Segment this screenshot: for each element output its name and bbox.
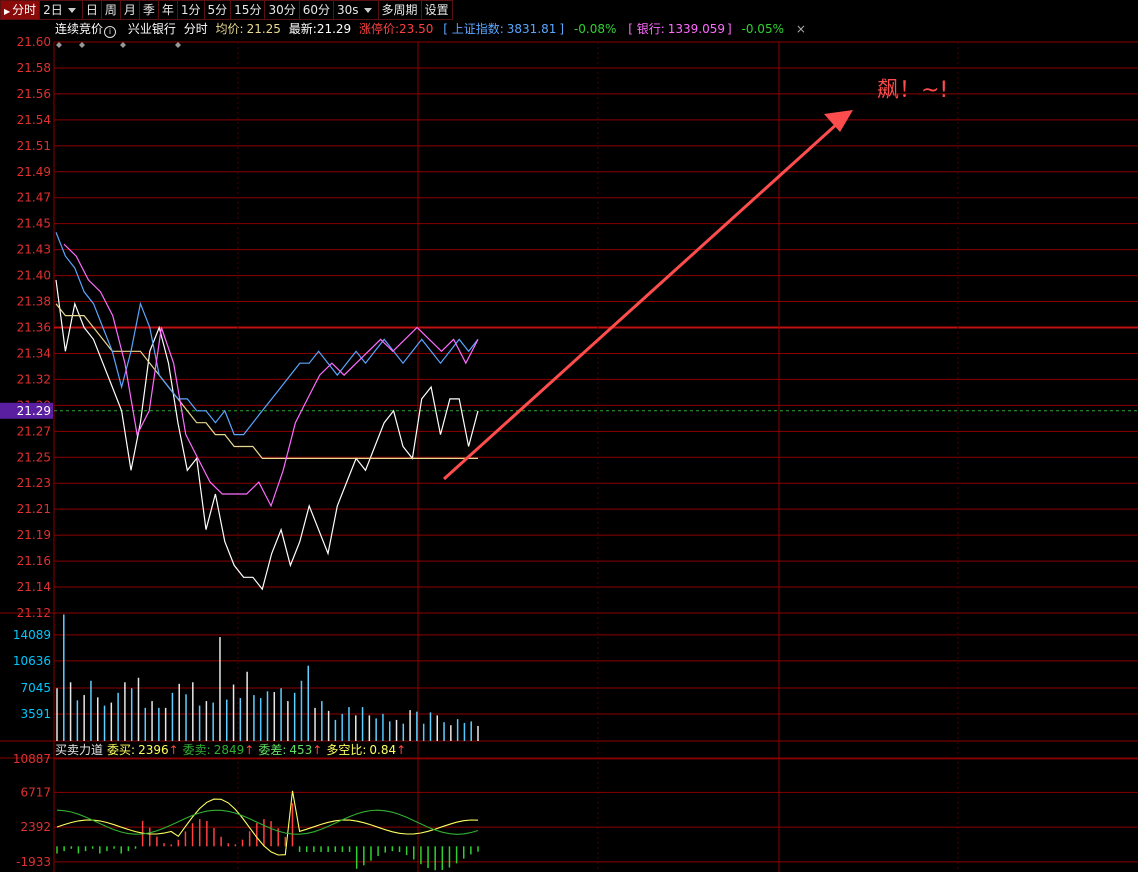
price-tick-label: 21.16 xyxy=(17,554,51,568)
sell-value: 2849 xyxy=(214,743,245,757)
bank-index-line xyxy=(63,243,479,508)
price-tick-label: 21.34 xyxy=(17,346,51,360)
volume-tick-label: 14089 xyxy=(13,628,51,642)
up-arrow-icon: ↑ xyxy=(244,743,254,757)
diff-value: 453 xyxy=(289,743,312,757)
price-tick-label: 21.36 xyxy=(17,321,51,335)
flow-tick-label: 10887 xyxy=(13,752,51,766)
current-price-label: 21.29 xyxy=(17,404,51,418)
event-marker-icon xyxy=(120,42,126,48)
price-tick-label: 21.51 xyxy=(17,139,51,153)
volume-tick-label: 3591 xyxy=(20,707,51,721)
ratio-value: 0.84 xyxy=(369,743,396,757)
flow-tick-label: 2392 xyxy=(20,820,51,834)
price-tick-label: 21.47 xyxy=(17,191,51,205)
price-tick-label: 21.21 xyxy=(17,502,51,516)
price-tick-label: 21.40 xyxy=(17,269,51,283)
event-marker-icon xyxy=(175,42,181,48)
price-line xyxy=(55,279,479,591)
event-marker-icon xyxy=(56,42,62,48)
price-tick-label: 21.45 xyxy=(17,217,51,231)
sell-label: 委卖: xyxy=(183,743,211,757)
buy-label: 委买: xyxy=(107,743,135,757)
price-tick-label: 21.27 xyxy=(17,424,51,438)
sell-flow-line xyxy=(56,809,479,835)
order-flow-title: 买卖力道 xyxy=(55,743,103,757)
price-tick-label: 21.19 xyxy=(17,528,51,542)
up-arrow-icon: ↑ xyxy=(396,743,406,757)
flow-tick-label: 6717 xyxy=(20,785,51,799)
buy-value: 2396 xyxy=(138,743,169,757)
price-tick-label: 21.14 xyxy=(17,580,51,594)
diff-label: 委差: xyxy=(258,743,286,757)
up-arrow-icon: ↑ xyxy=(169,743,179,757)
arrow-head-icon xyxy=(824,110,853,132)
price-tick-label: 21.38 xyxy=(17,295,51,309)
volume-tick-label: 10636 xyxy=(13,654,51,668)
price-tick-label: 21.58 xyxy=(17,61,51,75)
buy-flow-line xyxy=(56,790,479,856)
price-tick-label: 21.60 xyxy=(17,35,51,49)
price-tick-label: 21.43 xyxy=(17,243,51,257)
price-tick-label: 21.25 xyxy=(17,450,51,464)
price-tick-label: 21.32 xyxy=(17,372,51,386)
flow-tick-label: -1933 xyxy=(16,855,51,869)
price-tick-label: 21.49 xyxy=(17,165,51,179)
price-tick-label: 21.23 xyxy=(17,476,51,490)
volume-tick-label: 7045 xyxy=(20,681,51,695)
intraday-chart[interactable]: 21.60 21.58 21.56 21.54 21.51 21.49 21.47 21.45… xyxy=(0,0,1138,872)
price-tick-label: 21.54 xyxy=(17,113,51,127)
ratio-label: 多空比: xyxy=(326,743,366,757)
order-flow-header: 买卖力道 委买: 2396↑ 委卖: 2849↑ 委差: 453↑ 多空比: 0.84↑ xyxy=(55,743,406,757)
annotation-text: 飙！~! xyxy=(877,78,948,103)
event-marker-icon xyxy=(79,42,85,48)
price-tick-label: 21.56 xyxy=(17,87,51,101)
up-arrow-icon: ↑ xyxy=(312,743,322,757)
